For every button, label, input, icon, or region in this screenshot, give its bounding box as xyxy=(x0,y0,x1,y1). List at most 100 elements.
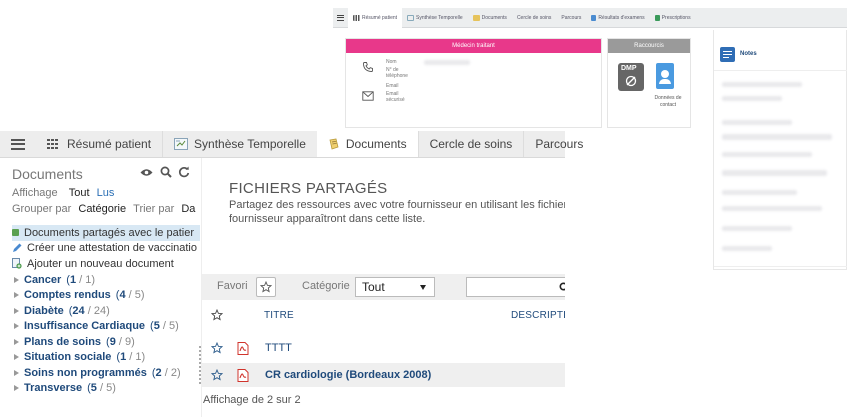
table-row[interactable]: CR cardiologie (Bordeaux 2008) xyxy=(202,363,565,387)
tab-cercle-de-soins[interactable]: Cercle de soins xyxy=(417,131,524,157)
bg-tab-synthese[interactable]: Synthèse Temporelle xyxy=(402,8,468,28)
star-icon[interactable] xyxy=(211,342,223,354)
category-item[interactable]: Comptes rendus (4 / 5) xyxy=(14,288,181,304)
favori-filter-button[interactable] xyxy=(256,277,276,297)
dmp-shortcut[interactable]: DMP xyxy=(618,63,644,91)
create-vaccination-action[interactable]: Créer une attestation de vaccinatio xyxy=(12,240,197,256)
star-icon[interactable] xyxy=(211,369,223,381)
grid-icon xyxy=(47,139,58,149)
bg-tab-resume-patient[interactable]: Résumé patient xyxy=(348,7,403,28)
pdf-icon xyxy=(237,341,249,355)
phone-icon xyxy=(362,61,374,73)
raccourcis-header: Raccourcis xyxy=(608,39,690,53)
category-item[interactable]: Cancer (1 / 1) xyxy=(14,272,181,288)
shared-documents-action[interactable]: Documents partagés avec le patier xyxy=(12,225,200,241)
search-icon[interactable] xyxy=(160,166,172,178)
medecin-email-secure-label-2: sécurisé xyxy=(386,97,405,103)
menu-button[interactable] xyxy=(0,131,36,157)
document-title-link[interactable]: CR cardiologie (Bordeaux 2008) xyxy=(265,369,431,381)
tab-parcours[interactable]: Parcours xyxy=(523,131,594,157)
mail-icon xyxy=(362,91,374,101)
category-count: (4 / 5) xyxy=(115,289,145,302)
grouper-row: Grouper par Catégorie Trier par Da xyxy=(12,203,195,215)
category-item[interactable]: Transverse (5 / 5) xyxy=(14,381,181,397)
bg-tab-label: Cercle de soins xyxy=(516,14,552,21)
category-total-count: 9 xyxy=(125,335,132,348)
grouper-label: Grouper par xyxy=(12,203,72,215)
bg-tab-cercle[interactable]: Cercle de soins xyxy=(512,8,556,28)
bg-tab-parcours[interactable]: Parcours xyxy=(556,8,586,28)
table-header: TITRE DESCRIPTIO xyxy=(202,303,565,327)
affichage-row: Affichage Tout Lus xyxy=(12,187,114,199)
notes-divider xyxy=(714,70,847,71)
search-input[interactable] xyxy=(466,277,565,297)
column-header-titre[interactable]: TITRE xyxy=(264,310,294,321)
pen-icon xyxy=(13,243,22,252)
bg-tab-label: Résultats d'examens xyxy=(598,14,645,21)
expand-triangle-icon xyxy=(14,338,19,345)
note-item-blurred xyxy=(722,170,827,176)
column-header-description[interactable]: DESCRIPTIO xyxy=(511,310,565,321)
categorie-select[interactable]: Tout xyxy=(355,277,435,297)
category-item[interactable]: Diabète (24 / 24) xyxy=(14,303,181,319)
medecin-traitant-card: Médecin traitant Nom N° de téléphone Ema… xyxy=(345,38,602,128)
add-document-action[interactable]: Ajouter un nouveau document xyxy=(12,256,174,272)
search-icon[interactable] xyxy=(559,282,565,292)
category-name: Cancer xyxy=(24,273,62,286)
description-line: Partagez des ressources avec votre fourn… xyxy=(229,199,565,211)
category-total-count: 5 xyxy=(134,289,141,302)
grid-icon xyxy=(353,14,360,21)
page-description: Partagez des ressources avec votre fourn… xyxy=(229,198,565,226)
document-icon xyxy=(472,14,480,21)
tab-synthese-temporelle[interactable]: Synthèse Temporelle xyxy=(162,131,317,157)
category-item[interactable]: Insuffisance Cardiaque (5 / 5) xyxy=(14,319,181,335)
tab-label: Cercle de soins xyxy=(429,137,513,151)
star-icon xyxy=(260,281,272,293)
bg-tab-resultats[interactable]: Résultats d'examens xyxy=(586,8,649,28)
category-total-count: 1 xyxy=(135,351,142,364)
trier-label: Trier par xyxy=(133,203,175,215)
notes-title: Notes xyxy=(740,51,757,57)
tab-resume-patient[interactable]: Résumé patient xyxy=(36,131,162,157)
menu-icon[interactable] xyxy=(337,14,344,21)
bg-tab-documents[interactable]: Documents xyxy=(468,8,512,28)
chevron-down-icon xyxy=(420,285,426,290)
tab-label: Parcours xyxy=(535,137,584,151)
expand-triangle-icon xyxy=(14,385,19,392)
note-item-blurred xyxy=(722,190,797,195)
bg-tab-label: Documents xyxy=(481,14,507,21)
table-row[interactable]: TTTT xyxy=(202,336,565,360)
note-item-blurred xyxy=(722,226,792,231)
medecin-nom-value xyxy=(424,60,470,65)
bg-tab-prescriptions[interactable]: Prescriptions xyxy=(650,8,696,28)
affichage-lus-option[interactable]: Lus xyxy=(97,187,115,199)
tab-label: Documents xyxy=(345,137,407,151)
category-item[interactable]: Plans de soins (9 / 9) xyxy=(14,334,181,350)
expand-triangle-icon xyxy=(14,369,19,376)
documents-sidebar: Documents Affichage Tout Lus Grouper par… xyxy=(0,158,200,417)
contact-shortcut-label: Données de contact xyxy=(646,95,690,109)
category-name: Comptes rendus xyxy=(24,289,111,302)
star-icon[interactable] xyxy=(211,309,223,321)
dmp-off-icon xyxy=(625,75,637,87)
document-title-link[interactable]: TTTT xyxy=(265,342,292,354)
expand-triangle-icon xyxy=(14,292,19,299)
tab-documents[interactable]: Documents xyxy=(316,131,418,157)
category-count: (5 / 5) xyxy=(150,320,179,333)
category-name: Situation sociale xyxy=(24,351,112,364)
category-item[interactable]: Soins non programmés (2 / 2) xyxy=(14,365,181,381)
contact-card-icon[interactable] xyxy=(656,63,674,89)
timeline-icon xyxy=(407,14,415,21)
trier-value[interactable]: Da xyxy=(181,203,195,215)
grouper-value[interactable]: Catégorie xyxy=(78,203,126,215)
refresh-icon[interactable] xyxy=(178,166,190,178)
note-item-blurred xyxy=(722,120,792,125)
sidebar-title: Documents xyxy=(12,166,83,182)
expand-triangle-icon xyxy=(14,276,19,283)
affichage-label: Affichage xyxy=(12,187,58,199)
category-item[interactable]: Situation sociale (1 / 1) xyxy=(14,350,181,366)
category-count: (9 / 9) xyxy=(106,335,135,348)
affichage-tout-option[interactable]: Tout xyxy=(69,187,90,199)
eye-icon[interactable] xyxy=(140,168,153,177)
category-unread-count: 24 xyxy=(72,304,85,317)
